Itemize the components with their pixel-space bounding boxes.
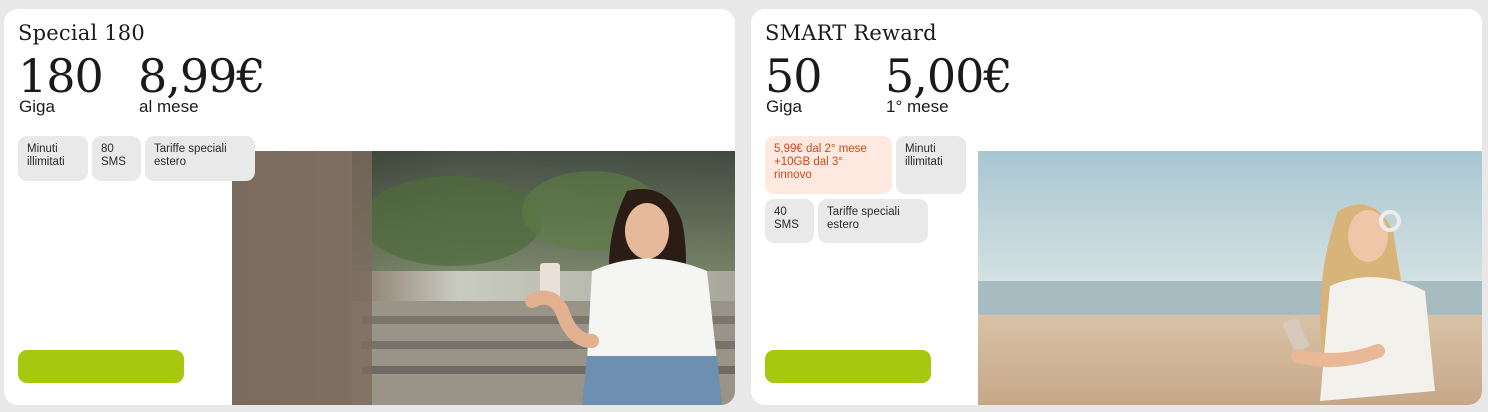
- price-period: al mese: [139, 97, 199, 116]
- price-period: 1° mese: [886, 97, 949, 116]
- hero-photo-selfie: [232, 151, 735, 405]
- data-unit: Giga: [766, 97, 802, 116]
- feature-label: 40 SMS: [774, 206, 799, 231]
- promo-label: 5,99€ dal 2° mese +10GB dal 3° rinnovo: [774, 143, 867, 181]
- price: 8,99€: [138, 49, 266, 103]
- feature-chip: Tariffe speciali estero: [145, 136, 255, 181]
- data-amount: 180: [18, 49, 104, 103]
- hero-photo-beach: [978, 151, 1482, 405]
- feature-chip: Minuti illimitati: [896, 136, 966, 194]
- plan-name: SMART Reward: [765, 21, 937, 45]
- feature-chip: 40 SMS: [765, 199, 814, 243]
- offer-cta-button[interactable]: [18, 350, 184, 383]
- feature-chip: 80 SMS: [92, 136, 141, 181]
- feature-label: Tariffe speciali estero: [827, 206, 900, 231]
- offer-cta-button[interactable]: [765, 350, 931, 383]
- plan-name: Special 180: [18, 21, 145, 45]
- feature-chip: Minuti illimitati: [18, 136, 88, 181]
- data-unit: Giga: [19, 97, 55, 116]
- promo-chip: 5,99€ dal 2° mese +10GB dal 3° rinnovo: [765, 136, 892, 194]
- offer-card-smart-reward[interactable]: SMART Reward 50 Giga 5,00€ 1° mese 5,99€…: [751, 9, 1482, 405]
- feature-chip: Tariffe speciali estero: [818, 199, 928, 243]
- feature-label: Minuti illimitati: [905, 143, 943, 168]
- data-amount: 50: [765, 49, 823, 103]
- price: 5,00€: [885, 49, 1013, 103]
- feature-label: Minuti illimitati: [27, 143, 65, 168]
- feature-label: Tariffe speciali estero: [154, 143, 227, 168]
- offer-card-special-180[interactable]: Special 180 180 Giga 8,99€ al mese Minut…: [4, 9, 735, 405]
- feature-label: 80 SMS: [101, 143, 126, 168]
